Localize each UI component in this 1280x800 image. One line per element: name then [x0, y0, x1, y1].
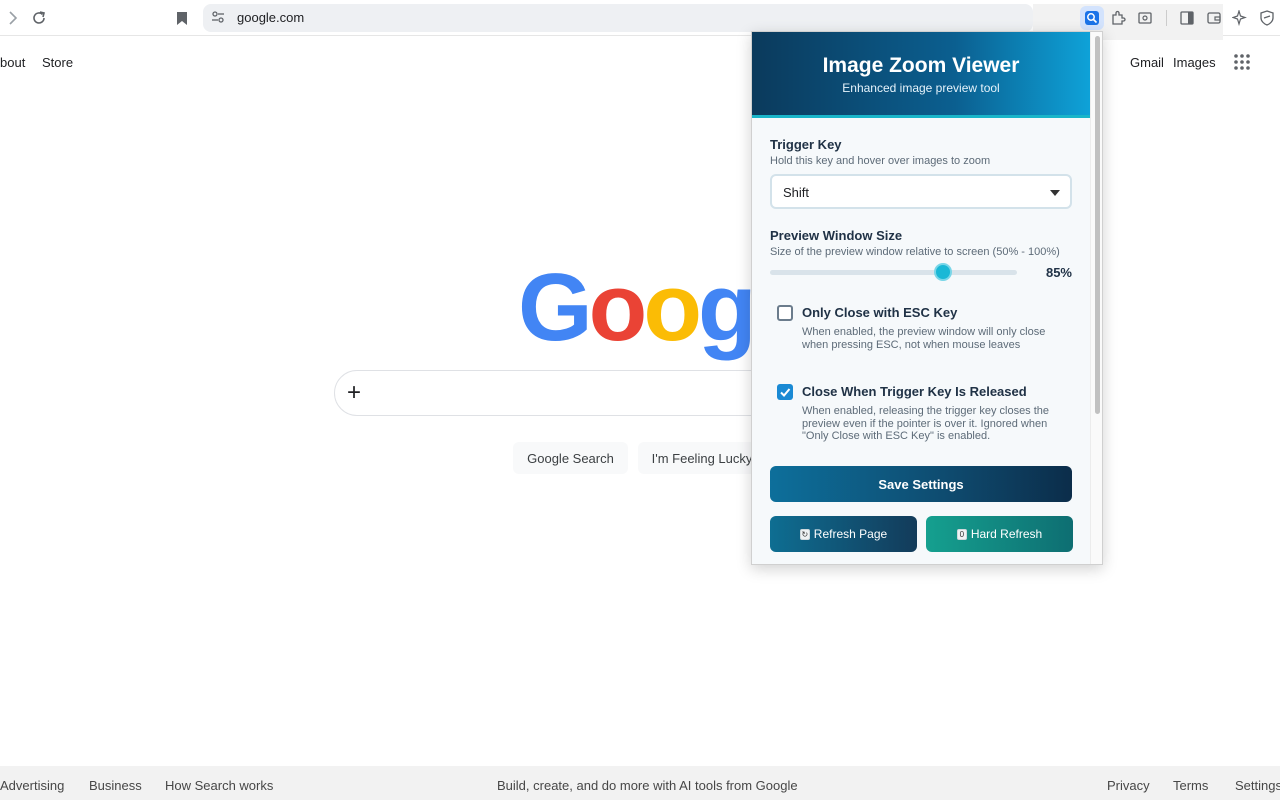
chevron-down-icon — [1050, 190, 1060, 196]
image-zoom-ext-icon[interactable] — [1080, 6, 1104, 30]
toolbar-divider — [1166, 10, 1167, 26]
trigger-key-select[interactable]: Shift — [770, 174, 1072, 209]
preview-size-slider[interactable] — [770, 270, 1017, 275]
extension-popup: Image Zoom Viewer Enhanced image preview… — [751, 31, 1103, 565]
logo-letter: G — [518, 254, 593, 361]
bookmark-icon[interactable] — [171, 7, 193, 29]
sidepanel-icon[interactable] — [1176, 7, 1198, 29]
close-on-release-checkbox[interactable] — [777, 384, 793, 400]
feeling-lucky-button[interactable]: I'm Feeling Lucky — [638, 442, 766, 474]
preview-size-help: Size of the preview window relative to s… — [770, 246, 1060, 258]
popup-header: Image Zoom Viewer Enhanced image preview… — [752, 32, 1090, 118]
about-link[interactable]: bout — [0, 55, 25, 70]
trigger-key-value: Shift — [783, 185, 810, 200]
trigger-key-label: Trigger Key — [770, 137, 842, 152]
footer-advertising-link[interactable]: Advertising — [0, 778, 64, 793]
logo-letter: g — [697, 254, 757, 361]
preview-size-label: Preview Window Size — [770, 228, 903, 243]
trigger-key-help: Hold this key and hover over images to z… — [770, 155, 991, 167]
popup-subtitle: Enhanced image preview tool — [842, 81, 1000, 95]
refresh-emoji-icon: ↻ — [799, 528, 810, 540]
logo-letter: o — [643, 254, 702, 361]
esc-only-checkbox[interactable] — [777, 305, 793, 321]
footer: Advertising Business How Search works Bu… — [0, 766, 1280, 800]
preview-size-slider-thumb[interactable] — [933, 263, 952, 281]
refresh-page-button[interactable]: ↻ Refresh Page — [770, 516, 917, 552]
google-search-button[interactable]: Google Search — [513, 442, 628, 474]
close-on-release-desc: When enabled, releasing the trigger key … — [802, 405, 1050, 442]
logo-letter: o — [588, 254, 648, 361]
number-zero-emoji-icon: 0 — [956, 528, 967, 540]
popup-scrollbar[interactable] — [1090, 32, 1102, 564]
checkmark-icon — [780, 388, 791, 397]
scrollbar-thumb[interactable] — [1095, 36, 1100, 414]
preview-size-value: 85% — [1045, 265, 1072, 280]
hard-refresh-button[interactable]: 0 Hard Refresh — [926, 516, 1073, 552]
popup-title: Image Zoom Viewer — [822, 54, 1020, 77]
address-bar[interactable]: google.com — [203, 4, 1223, 40]
footer-business-link[interactable]: Business — [89, 778, 142, 793]
chevron-right-icon[interactable] — [2, 7, 24, 29]
footer-ai-tools-link[interactable]: Build, create, and do more with AI tools… — [497, 778, 798, 793]
esc-only-desc: When enabled, the preview window will on… — [802, 326, 1046, 351]
sparkle-icon[interactable] — [1229, 7, 1251, 29]
close-on-release-label: Close When Trigger Key Is Released — [802, 384, 1027, 399]
footer-privacy-link[interactable]: Privacy — [1107, 778, 1150, 793]
extensions-icon[interactable] — [1107, 7, 1129, 29]
screenshot-icon[interactable] — [1134, 7, 1156, 29]
hard-refresh-label: Hard Refresh — [970, 527, 1043, 541]
footer-how-search-works-link[interactable]: How Search works — [165, 778, 273, 793]
refresh-page-label: Refresh Page — [813, 527, 888, 541]
wallet-icon[interactable] — [1203, 7, 1225, 29]
url-text: google.com — [237, 10, 305, 25]
footer-terms-link[interactable]: Terms — [1173, 778, 1208, 793]
save-settings-button[interactable]: Save Settings — [770, 466, 1072, 502]
plus-icon[interactable]: + — [347, 379, 361, 407]
reload-icon[interactable] — [28, 7, 50, 29]
store-link[interactable]: Store — [42, 55, 73, 70]
shield-icon[interactable] — [1256, 7, 1278, 29]
apps-grid-icon[interactable] — [1234, 54, 1250, 70]
esc-only-label: Only Close with ESC Key — [802, 305, 958, 320]
site-settings-icon[interactable] — [211, 10, 225, 29]
images-link[interactable]: Images — [1173, 55, 1216, 70]
footer-settings-link[interactable]: Settings — [1235, 778, 1280, 793]
gmail-link[interactable]: Gmail — [1130, 55, 1164, 70]
